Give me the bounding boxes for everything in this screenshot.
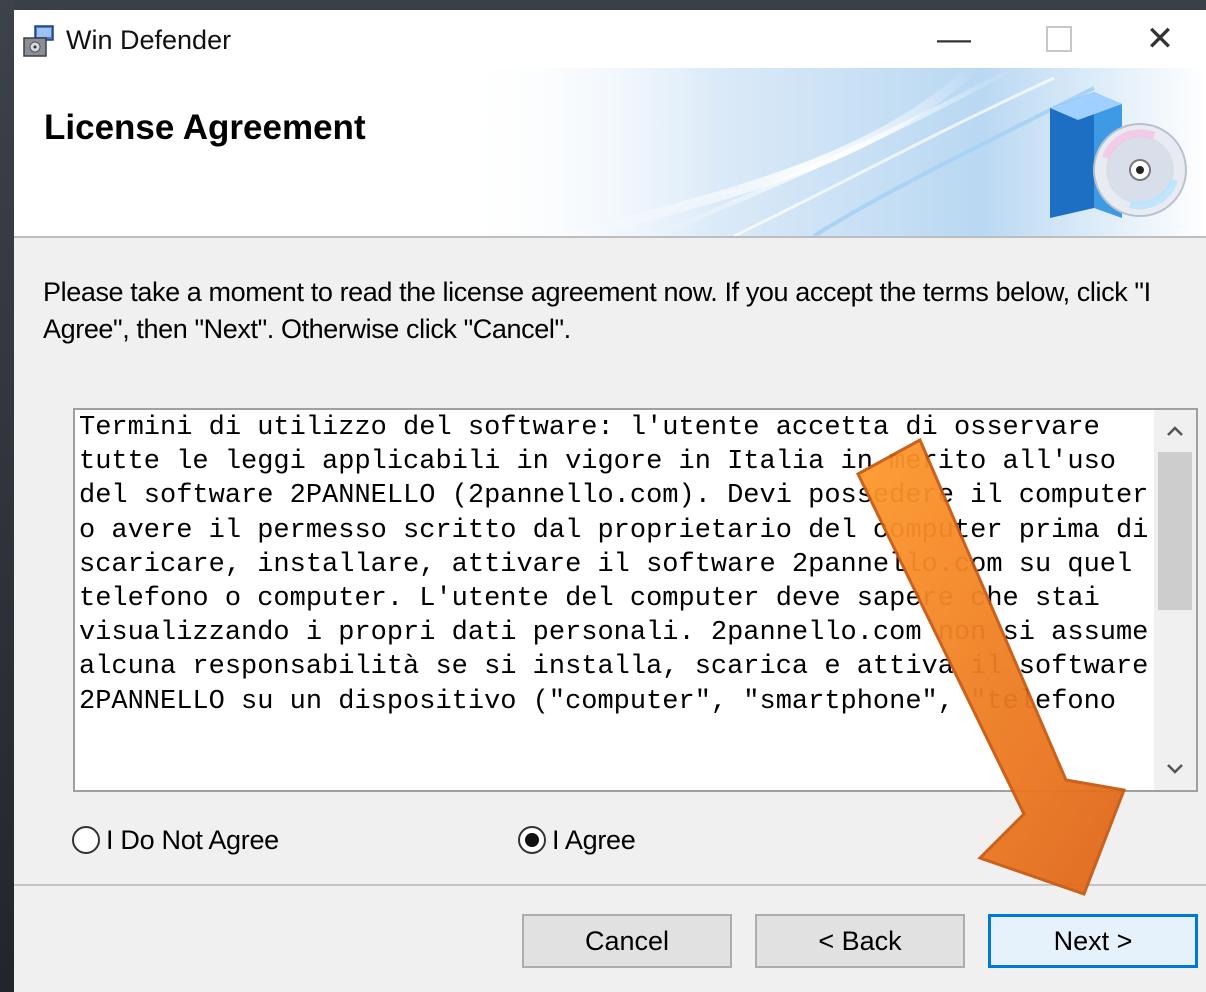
scroll-down-button[interactable] <box>1154 748 1196 790</box>
agree-label: I Agree <box>552 824 636 855</box>
close-icon: ✕ <box>1145 20 1175 58</box>
page-title: License Agreement <box>44 108 366 147</box>
agree-radio[interactable] <box>518 826 546 854</box>
desktop-background-top <box>0 0 1206 10</box>
license-text: Termini di utilizzo del software: l'uten… <box>79 413 1149 717</box>
cancel-button[interactable]: Cancel <box>522 914 732 968</box>
do-not-agree-option[interactable]: I Do Not Agree <box>72 822 279 858</box>
radio-selected-dot <box>525 833 539 847</box>
scroll-thumb[interactable] <box>1158 452 1192 610</box>
minimize-icon: — <box>937 19 971 58</box>
maximize-button[interactable] <box>1009 10 1109 68</box>
title-bar[interactable]: Win Defender — ✕ <box>14 10 1206 72</box>
do-not-agree-label: I Do Not Agree <box>106 824 279 855</box>
scroll-up-button[interactable] <box>1154 410 1196 452</box>
window-title: Win Defender <box>66 25 232 55</box>
instructions-text: Please take a moment to read the license… <box>43 277 1151 344</box>
back-button[interactable]: < Back <box>755 914 965 968</box>
agree-option[interactable]: I Agree <box>518 822 636 858</box>
chevron-up-icon <box>1167 426 1183 436</box>
next-button[interactable]: Next > <box>988 914 1198 968</box>
header-divider <box>14 236 1206 238</box>
installer-window: Win Defender — ✕ License Agreement Pleas… <box>14 10 1206 992</box>
installer-app-icon <box>23 25 54 57</box>
banner-graphic <box>454 68 1206 236</box>
desktop-background-left <box>0 0 14 992</box>
footer-divider <box>14 884 1206 886</box>
header-banner: License Agreement <box>14 68 1206 236</box>
license-textbox[interactable]: Termini di utilizzo del software: l'uten… <box>73 408 1198 792</box>
do-not-agree-radio[interactable] <box>72 826 100 854</box>
minimize-button[interactable]: — <box>904 10 1004 68</box>
maximize-icon <box>1046 26 1072 52</box>
chevron-down-icon <box>1167 764 1183 774</box>
close-button[interactable]: ✕ <box>1114 10 1206 68</box>
vertical-scrollbar[interactable] <box>1154 410 1196 790</box>
